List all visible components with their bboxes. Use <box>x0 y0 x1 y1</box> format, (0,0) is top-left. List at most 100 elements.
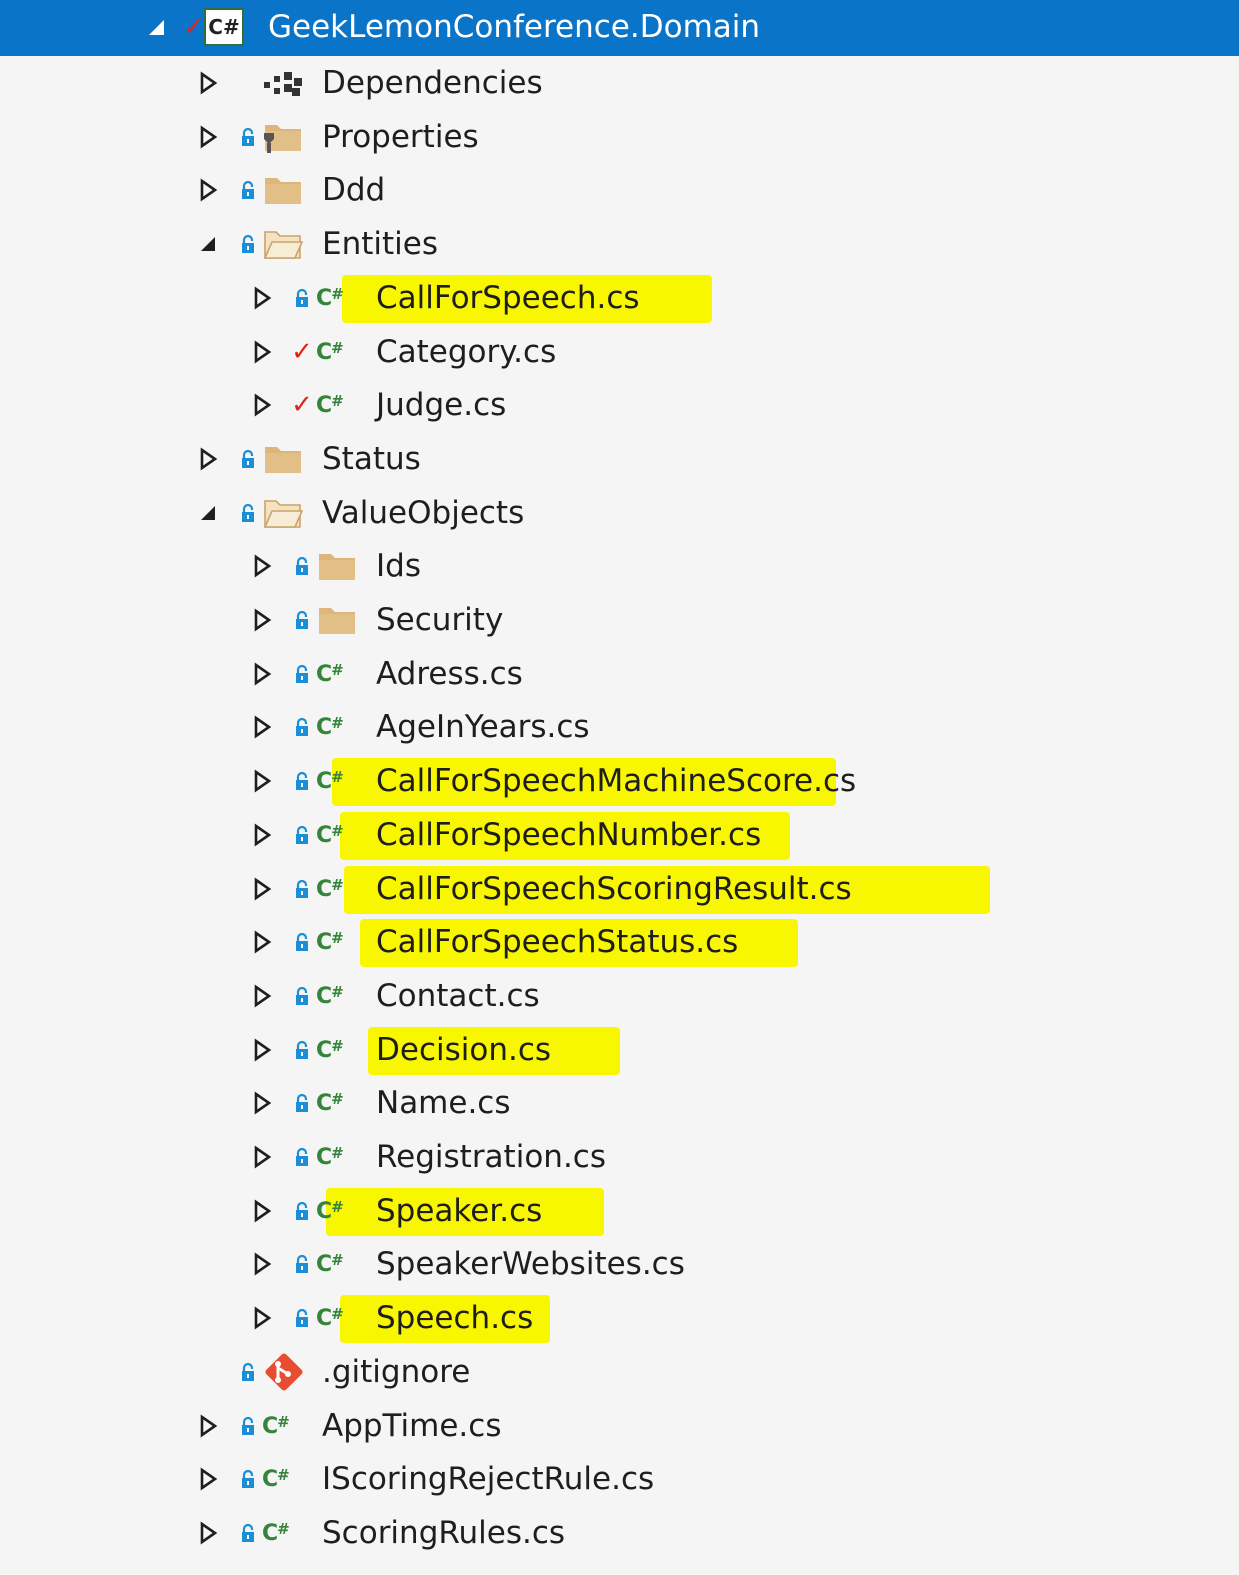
csharp-file-icon: C# <box>262 1413 290 1439</box>
tree-item-speech[interactable]: C# Speech.cs <box>0 1291 1239 1345</box>
tree-item-label: Ids <box>376 548 421 584</box>
lock-icon <box>238 1452 258 1506</box>
tree-item-properties[interactable]: Properties <box>0 110 1239 164</box>
collapsed-arrow-icon[interactable] <box>250 700 274 754</box>
lock-icon <box>238 1345 258 1399</box>
collapsed-arrow-icon[interactable] <box>196 432 220 486</box>
tree-item-adress[interactable]: C# Adress.cs <box>0 647 1239 701</box>
tree-item-ids[interactable]: Ids <box>0 539 1239 593</box>
lock-icon <box>292 1237 312 1291</box>
tree-item-label: CallForSpeechMachineScore.cs <box>376 763 857 799</box>
tree-item-contact[interactable]: C# Contact.cs <box>0 969 1239 1023</box>
csharp-file-icon: C# <box>262 1466 290 1492</box>
tree-item-apptime[interactable]: C# AppTime.cs <box>0 1399 1239 1453</box>
tree-item-speaker[interactable]: C# Speaker.cs <box>0 1184 1239 1238</box>
tree-item-cfsstatus[interactable]: C# CallForSpeechStatus.cs <box>0 915 1239 969</box>
tree-item-dependencies[interactable]: Dependencies <box>0 56 1239 110</box>
tree-item-gitignore[interactable]: .gitignore <box>0 1345 1239 1399</box>
tree-item-cfsscoringresult[interactable]: C# CallForSpeechScoringResult.cs <box>0 862 1239 916</box>
tree-item-label: ScoringRules.cs <box>322 1515 566 1551</box>
tree-item-judge[interactable]: ✓ C# Judge.cs <box>0 378 1239 432</box>
tree-item-label: Properties <box>322 119 479 155</box>
tree-item-label: Registration.cs <box>376 1139 606 1175</box>
tree-item-label: CallForSpeechScoringResult.cs <box>376 871 852 907</box>
collapsed-arrow-icon[interactable] <box>250 754 274 808</box>
tree-item-label: ValueObjects <box>322 495 525 531</box>
collapsed-arrow-icon[interactable] <box>250 915 274 969</box>
tree-item-scoringrules[interactable]: C# ScoringRules.cs <box>0 1506 1239 1560</box>
tree-item-label: Status <box>322 441 421 477</box>
csharp-file-icon: C# <box>316 876 344 902</box>
lock-icon <box>292 539 312 593</box>
csharp-file-icon: C# <box>316 339 344 365</box>
collapsed-arrow-icon[interactable] <box>250 271 274 325</box>
collapsed-arrow-icon[interactable] <box>250 1076 274 1130</box>
collapsed-arrow-icon[interactable] <box>250 325 274 379</box>
tree-item-label: AgeInYears.cs <box>376 709 590 745</box>
lock-icon <box>238 217 258 271</box>
collapsed-arrow-icon[interactable] <box>250 808 274 862</box>
collapsed-arrow-icon[interactable] <box>250 862 274 916</box>
tree-item-security[interactable]: Security <box>0 593 1239 647</box>
collapsed-arrow-icon[interactable] <box>196 163 220 217</box>
tree-item-entities[interactable]: Entities <box>0 217 1239 271</box>
collapsed-arrow-icon[interactable] <box>196 110 220 164</box>
properties-folder-icon <box>262 110 306 164</box>
collapsed-arrow-icon[interactable] <box>196 1399 220 1453</box>
tree-item-cfsnumber[interactable]: C# CallForSpeechNumber.cs <box>0 808 1239 862</box>
collapsed-arrow-icon[interactable] <box>250 1023 274 1077</box>
tree-item-name[interactable]: C# Name.cs <box>0 1076 1239 1130</box>
tree-item-label: Dependencies <box>322 65 543 101</box>
tree-item-label: Judge.cs <box>376 387 507 423</box>
tree-item-label: Security <box>376 602 504 638</box>
checkmark-icon: ✓ <box>291 390 313 420</box>
tree-item-status[interactable]: Status <box>0 432 1239 486</box>
collapsed-arrow-icon[interactable] <box>196 1452 220 1506</box>
csharp-file-icon: C# <box>316 714 344 740</box>
folder-icon <box>262 432 306 486</box>
collapsed-arrow-icon[interactable] <box>250 593 274 647</box>
collapsed-arrow-icon[interactable] <box>250 1291 274 1345</box>
lock-icon <box>292 700 312 754</box>
collapsed-arrow-icon[interactable] <box>250 378 274 432</box>
expanded-arrow-icon[interactable] <box>144 0 168 54</box>
tree-item-label: CallForSpeechNumber.cs <box>376 817 762 853</box>
expanded-arrow-icon[interactable] <box>196 486 220 540</box>
csharp-file-icon: C# <box>316 661 344 687</box>
collapsed-arrow-icon[interactable] <box>196 1506 220 1560</box>
folder-open-icon <box>262 486 306 540</box>
collapsed-arrow-icon[interactable] <box>250 969 274 1023</box>
tree-item-ageinyears[interactable]: C# AgeInYears.cs <box>0 700 1239 754</box>
tree-item-label: Adress.cs <box>376 656 523 692</box>
tree-item-ddd[interactable]: Ddd <box>0 163 1239 217</box>
folder-icon <box>316 593 360 647</box>
expanded-arrow-icon[interactable] <box>196 217 220 271</box>
tree-item-label: SpeakerWebsites.cs <box>376 1246 685 1282</box>
tree-item-iscoringrejectrule[interactable]: C# IScoringRejectRule.cs <box>0 1452 1239 1506</box>
collapsed-arrow-icon[interactable] <box>250 647 274 701</box>
tree-item-project[interactable]: ✓ C# GeekLemonConference.Domain <box>0 0 1239 56</box>
collapsed-arrow-icon[interactable] <box>196 56 220 110</box>
tree-item-cfsmachinescore[interactable]: C# CallForSpeechMachineScore.cs <box>0 754 1239 808</box>
tree-item-callforspeech[interactable]: C# CallForSpeech.cs <box>0 271 1239 325</box>
tree-item-label: .gitignore <box>322 1354 471 1390</box>
tree-item-category[interactable]: ✓ C# Category.cs <box>0 325 1239 379</box>
csharp-file-icon: C# <box>316 1037 344 1063</box>
solution-explorer-tree: ✓ C# GeekLemonConference.Domain Dependen… <box>0 0 1239 1575</box>
lock-icon <box>292 808 312 862</box>
folder-icon <box>316 539 360 593</box>
tree-item-speakerwebsites[interactable]: C# SpeakerWebsites.cs <box>0 1237 1239 1291</box>
tree-item-label: Ddd <box>322 172 386 208</box>
tree-item-label: Speech.cs <box>376 1300 534 1336</box>
collapsed-arrow-icon[interactable] <box>250 1237 274 1291</box>
collapsed-arrow-icon[interactable] <box>250 539 274 593</box>
csharp-file-icon: C# <box>316 1251 344 1277</box>
collapsed-arrow-icon[interactable] <box>250 1130 274 1184</box>
tree-item-valueobjects[interactable]: ValueObjects <box>0 486 1239 540</box>
collapsed-arrow-icon[interactable] <box>250 1184 274 1238</box>
lock-icon <box>292 969 312 1023</box>
lock-icon <box>238 432 258 486</box>
tree-item-label: Entities <box>322 226 438 262</box>
tree-item-registration[interactable]: C# Registration.cs <box>0 1130 1239 1184</box>
tree-item-decision[interactable]: C# Decision.cs <box>0 1023 1239 1077</box>
